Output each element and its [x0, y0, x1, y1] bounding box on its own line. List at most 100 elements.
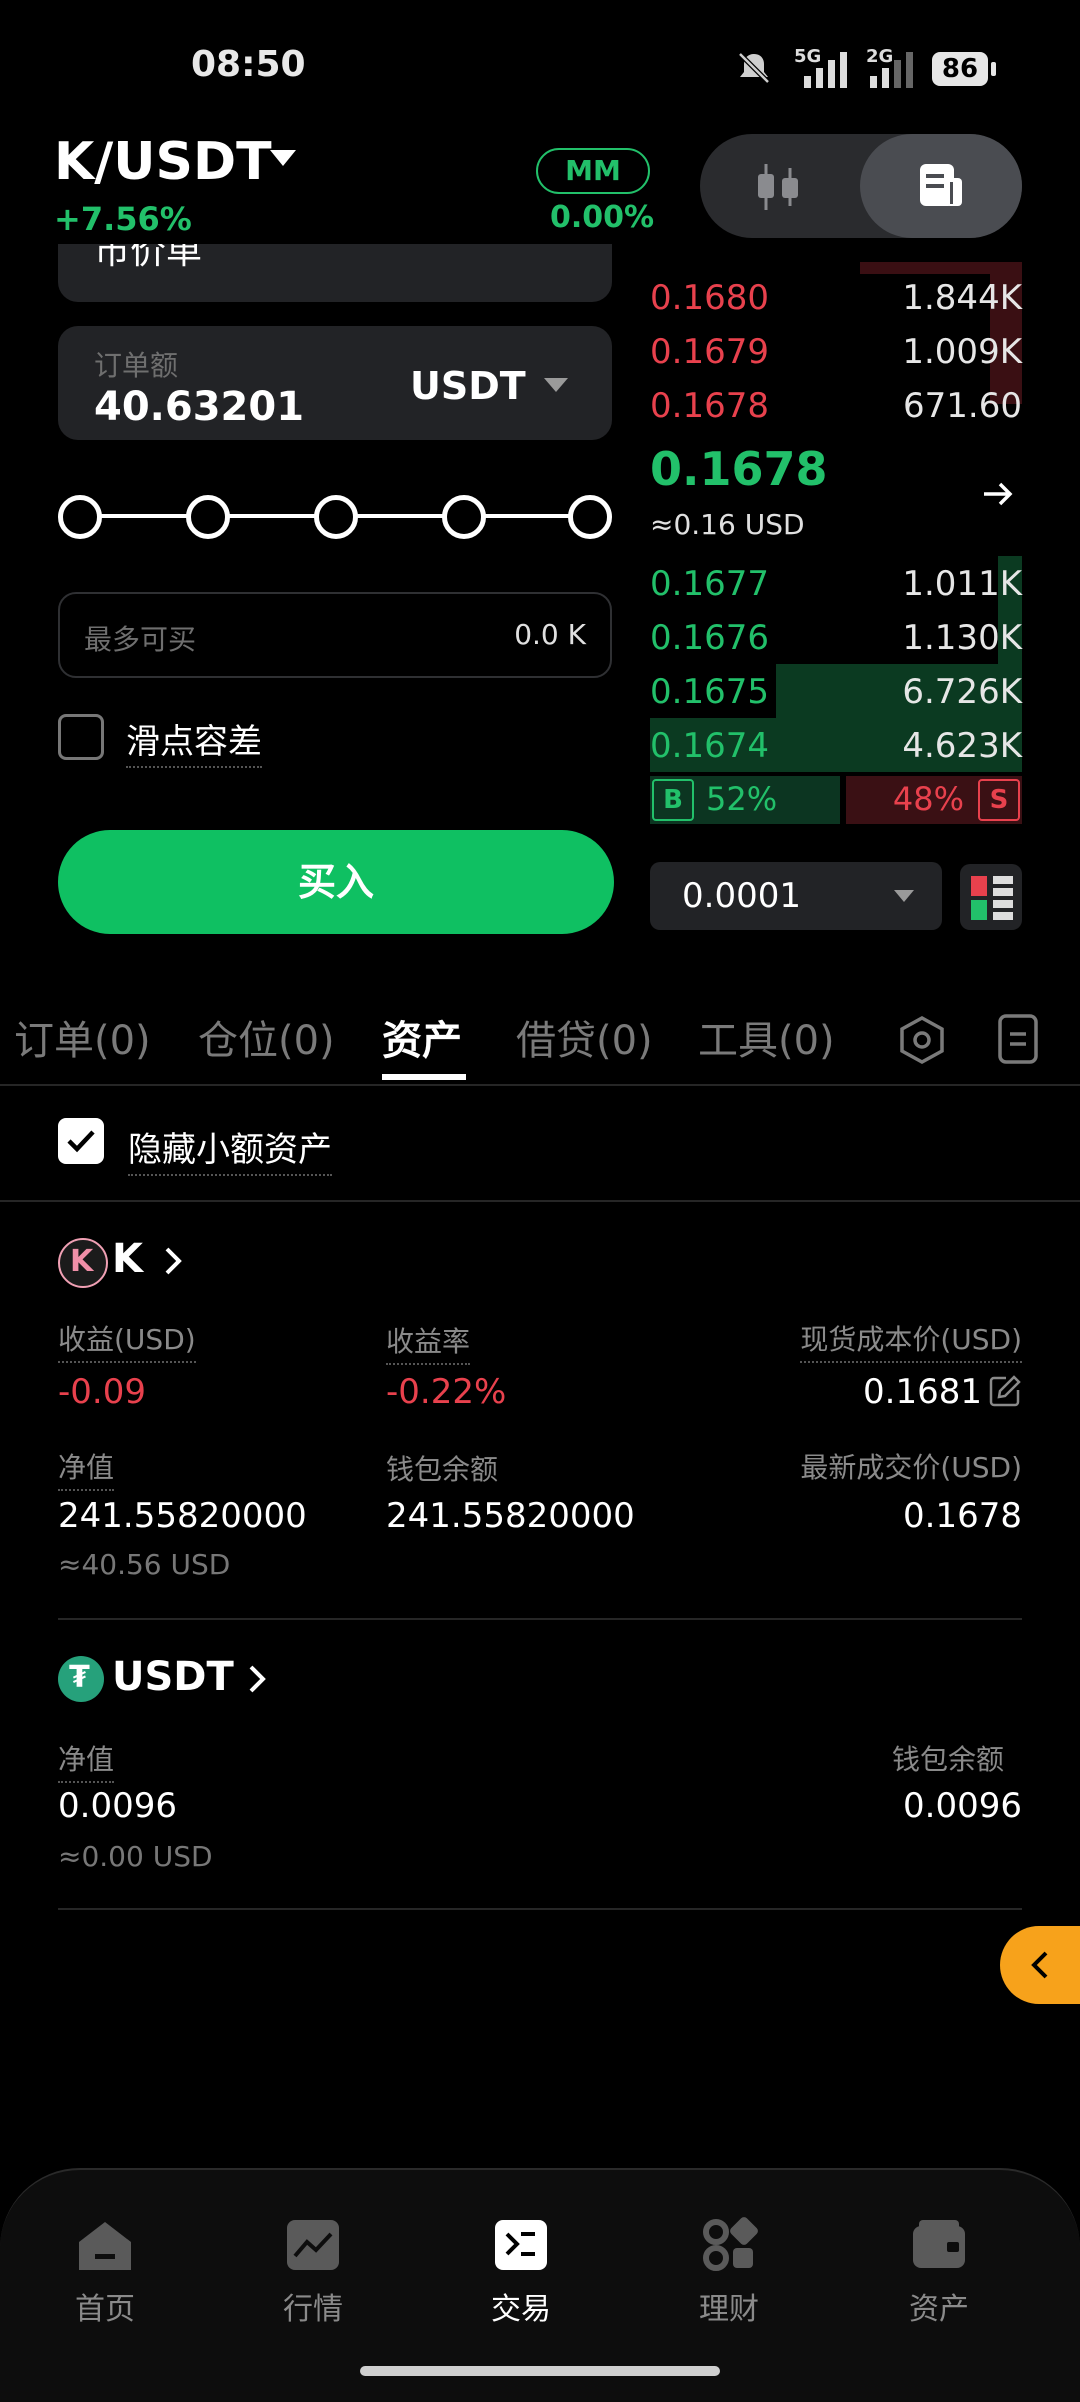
- home-indicator[interactable]: [360, 2366, 720, 2376]
- slider-dot-0[interactable]: [58, 495, 102, 539]
- buy-sell-ratio-bar: B 52% 48% S: [650, 776, 1022, 824]
- wallet-balance-value: 241.55820000: [386, 1496, 635, 1536]
- arrow-right-icon[interactable]: [978, 474, 1018, 514]
- max-buy-field: 最多可买 0.0 K: [58, 592, 612, 678]
- mm-value: 0.00%: [550, 200, 655, 235]
- ask-price: 0.1679: [650, 332, 769, 372]
- slider-dot-50[interactable]: [314, 495, 358, 539]
- chevron-down-icon[interactable]: [270, 150, 296, 166]
- bid-price: 0.1674: [650, 726, 769, 766]
- max-buy-label: 最多可买: [84, 623, 197, 656]
- nav-earn[interactable]: 理财: [654, 2216, 804, 2328]
- amount-unit-select[interactable]: USDT: [410, 364, 526, 408]
- usdt-net-value: 0.0096: [58, 1786, 177, 1826]
- slider-dot-75[interactable]: [442, 495, 486, 539]
- last-price[interactable]: 0.1678: [650, 442, 828, 496]
- tick-size-value: 0.0001: [682, 876, 801, 916]
- nav-trade-label: 交易: [491, 2292, 551, 2327]
- tab-loans[interactable]: 借贷(0): [516, 1008, 653, 1066]
- check-icon: [67, 1130, 95, 1153]
- cost-price-value: 0.1681: [863, 1372, 982, 1412]
- k-logo: K: [70, 1244, 94, 1279]
- last-trade-price-label: 最新成交价(USD): [800, 1451, 1022, 1484]
- tick-size-select[interactable]: 0.0001: [650, 862, 942, 930]
- view-toggle[interactable]: [700, 134, 1022, 238]
- tab-positions[interactable]: 仓位(0): [198, 1008, 335, 1066]
- pair-title[interactable]: K/USDT: [54, 132, 272, 192]
- bid-row[interactable]: 0.1676 1.130K: [650, 610, 1022, 664]
- slippage-checkbox[interactable]: [58, 714, 104, 760]
- bid-price: 0.1676: [650, 618, 769, 658]
- usdt-net-label: 净值: [58, 1738, 115, 1783]
- orderbook-layout-button[interactable]: [960, 864, 1022, 930]
- chevron-right-icon[interactable]: [244, 1662, 270, 1696]
- tab-orders[interactable]: 订单(0): [14, 1008, 151, 1066]
- sell-ratio: 48%: [892, 780, 964, 818]
- candlestick-icon[interactable]: [750, 162, 806, 212]
- nav-markets[interactable]: 行情: [238, 2216, 388, 2328]
- mm-badge[interactable]: MM: [536, 148, 650, 194]
- side-drawer-tab[interactable]: [1000, 1926, 1080, 2004]
- edit-icon[interactable]: [988, 1374, 1022, 1408]
- net-value-usd: ≈40.56 USD: [58, 1548, 231, 1581]
- caret-down-icon[interactable]: [544, 378, 568, 392]
- bid-row[interactable]: 0.1675 6.726K: [650, 664, 1022, 718]
- last-price-usd: ≈0.16 USD: [650, 508, 805, 541]
- nav-assets[interactable]: 资产: [864, 2216, 1014, 2328]
- pnl-rate-label: 收益率: [386, 1320, 471, 1365]
- nav-home[interactable]: 首页: [30, 2216, 180, 2328]
- battery-indicator: 86: [932, 52, 996, 86]
- chart-icon: [287, 2220, 339, 2270]
- asset-divider: [58, 1908, 1022, 1910]
- pnl-rate-value: -0.22%: [386, 1372, 507, 1412]
- ask-row[interactable]: 0.1679 1.009K: [650, 324, 1022, 378]
- ask-qty: 1.009K: [902, 332, 1022, 372]
- signal-bars-icon: [804, 52, 847, 88]
- slider-dot-25[interactable]: [186, 495, 230, 539]
- hide-small-label[interactable]: 隐藏小额资产: [128, 1122, 332, 1176]
- bid-qty: 6.726K: [902, 672, 1022, 712]
- nav-assets-label: 资产: [909, 2292, 969, 2327]
- bid-price: 0.1677: [650, 564, 769, 604]
- active-tab-indicator: [382, 1074, 466, 1080]
- bid-row[interactable]: 0.1677 1.011K: [650, 556, 1022, 610]
- slippage-label[interactable]: 滑点容差: [126, 714, 262, 768]
- order-amount-field[interactable]: 订单额 40.63201 USDT: [58, 326, 612, 440]
- pnl-value: -0.09: [58, 1372, 146, 1412]
- ask-row[interactable]: 0.1678 671.60: [650, 378, 1022, 432]
- asset-name-k[interactable]: K: [112, 1236, 143, 1282]
- bid-row[interactable]: 0.1674 4.623K: [650, 718, 1022, 772]
- list-document-icon[interactable]: [996, 1012, 1040, 1066]
- order-type-select[interactable]: 市价单: [58, 244, 612, 302]
- buy-button[interactable]: 买入: [58, 830, 614, 934]
- orderbook-view-tab[interactable]: [860, 134, 1022, 238]
- slider-dot-100[interactable]: [568, 495, 612, 539]
- price-change: +7.56%: [54, 200, 192, 238]
- section-divider: [0, 1200, 1080, 1202]
- usdt-wallet-label: 钱包余额: [891, 1743, 1004, 1776]
- nav-markets-label: 行情: [283, 2292, 343, 2327]
- ask-qty: 671.60: [903, 386, 1022, 426]
- amount-input[interactable]: 40.63201: [94, 384, 304, 430]
- nav-home-label: 首页: [75, 2292, 135, 2327]
- k-coin-icon: K: [58, 1238, 108, 1288]
- tab-tools[interactable]: 工具(0): [698, 1008, 835, 1066]
- ask-price: 0.1678: [650, 386, 769, 426]
- ask-qty: 1.844K: [902, 278, 1022, 318]
- nav-trade[interactable]: 交易: [446, 2216, 596, 2328]
- tabs-divider: [0, 1084, 1080, 1086]
- settings-hexagon-icon[interactable]: [896, 1014, 948, 1066]
- buy-tag: B: [652, 779, 694, 821]
- usdt-logo: ₮: [69, 1660, 90, 1695]
- ask-price: 0.1680: [650, 278, 769, 318]
- ask-row[interactable]: 0.1680 1.844K: [650, 270, 1022, 324]
- cost-price-label: 现货成本价(USD): [800, 1318, 1022, 1363]
- hide-small-checkbox[interactable]: [58, 1118, 104, 1164]
- tab-assets[interactable]: 资产: [382, 1008, 462, 1066]
- bid-qty: 1.130K: [902, 618, 1022, 658]
- document-icon: [920, 164, 962, 206]
- home-icon: [79, 2222, 131, 2270]
- layout-icon: [971, 876, 1013, 920]
- asset-name-usdt[interactable]: USDT: [112, 1654, 234, 1700]
- chevron-right-icon[interactable]: [160, 1244, 186, 1278]
